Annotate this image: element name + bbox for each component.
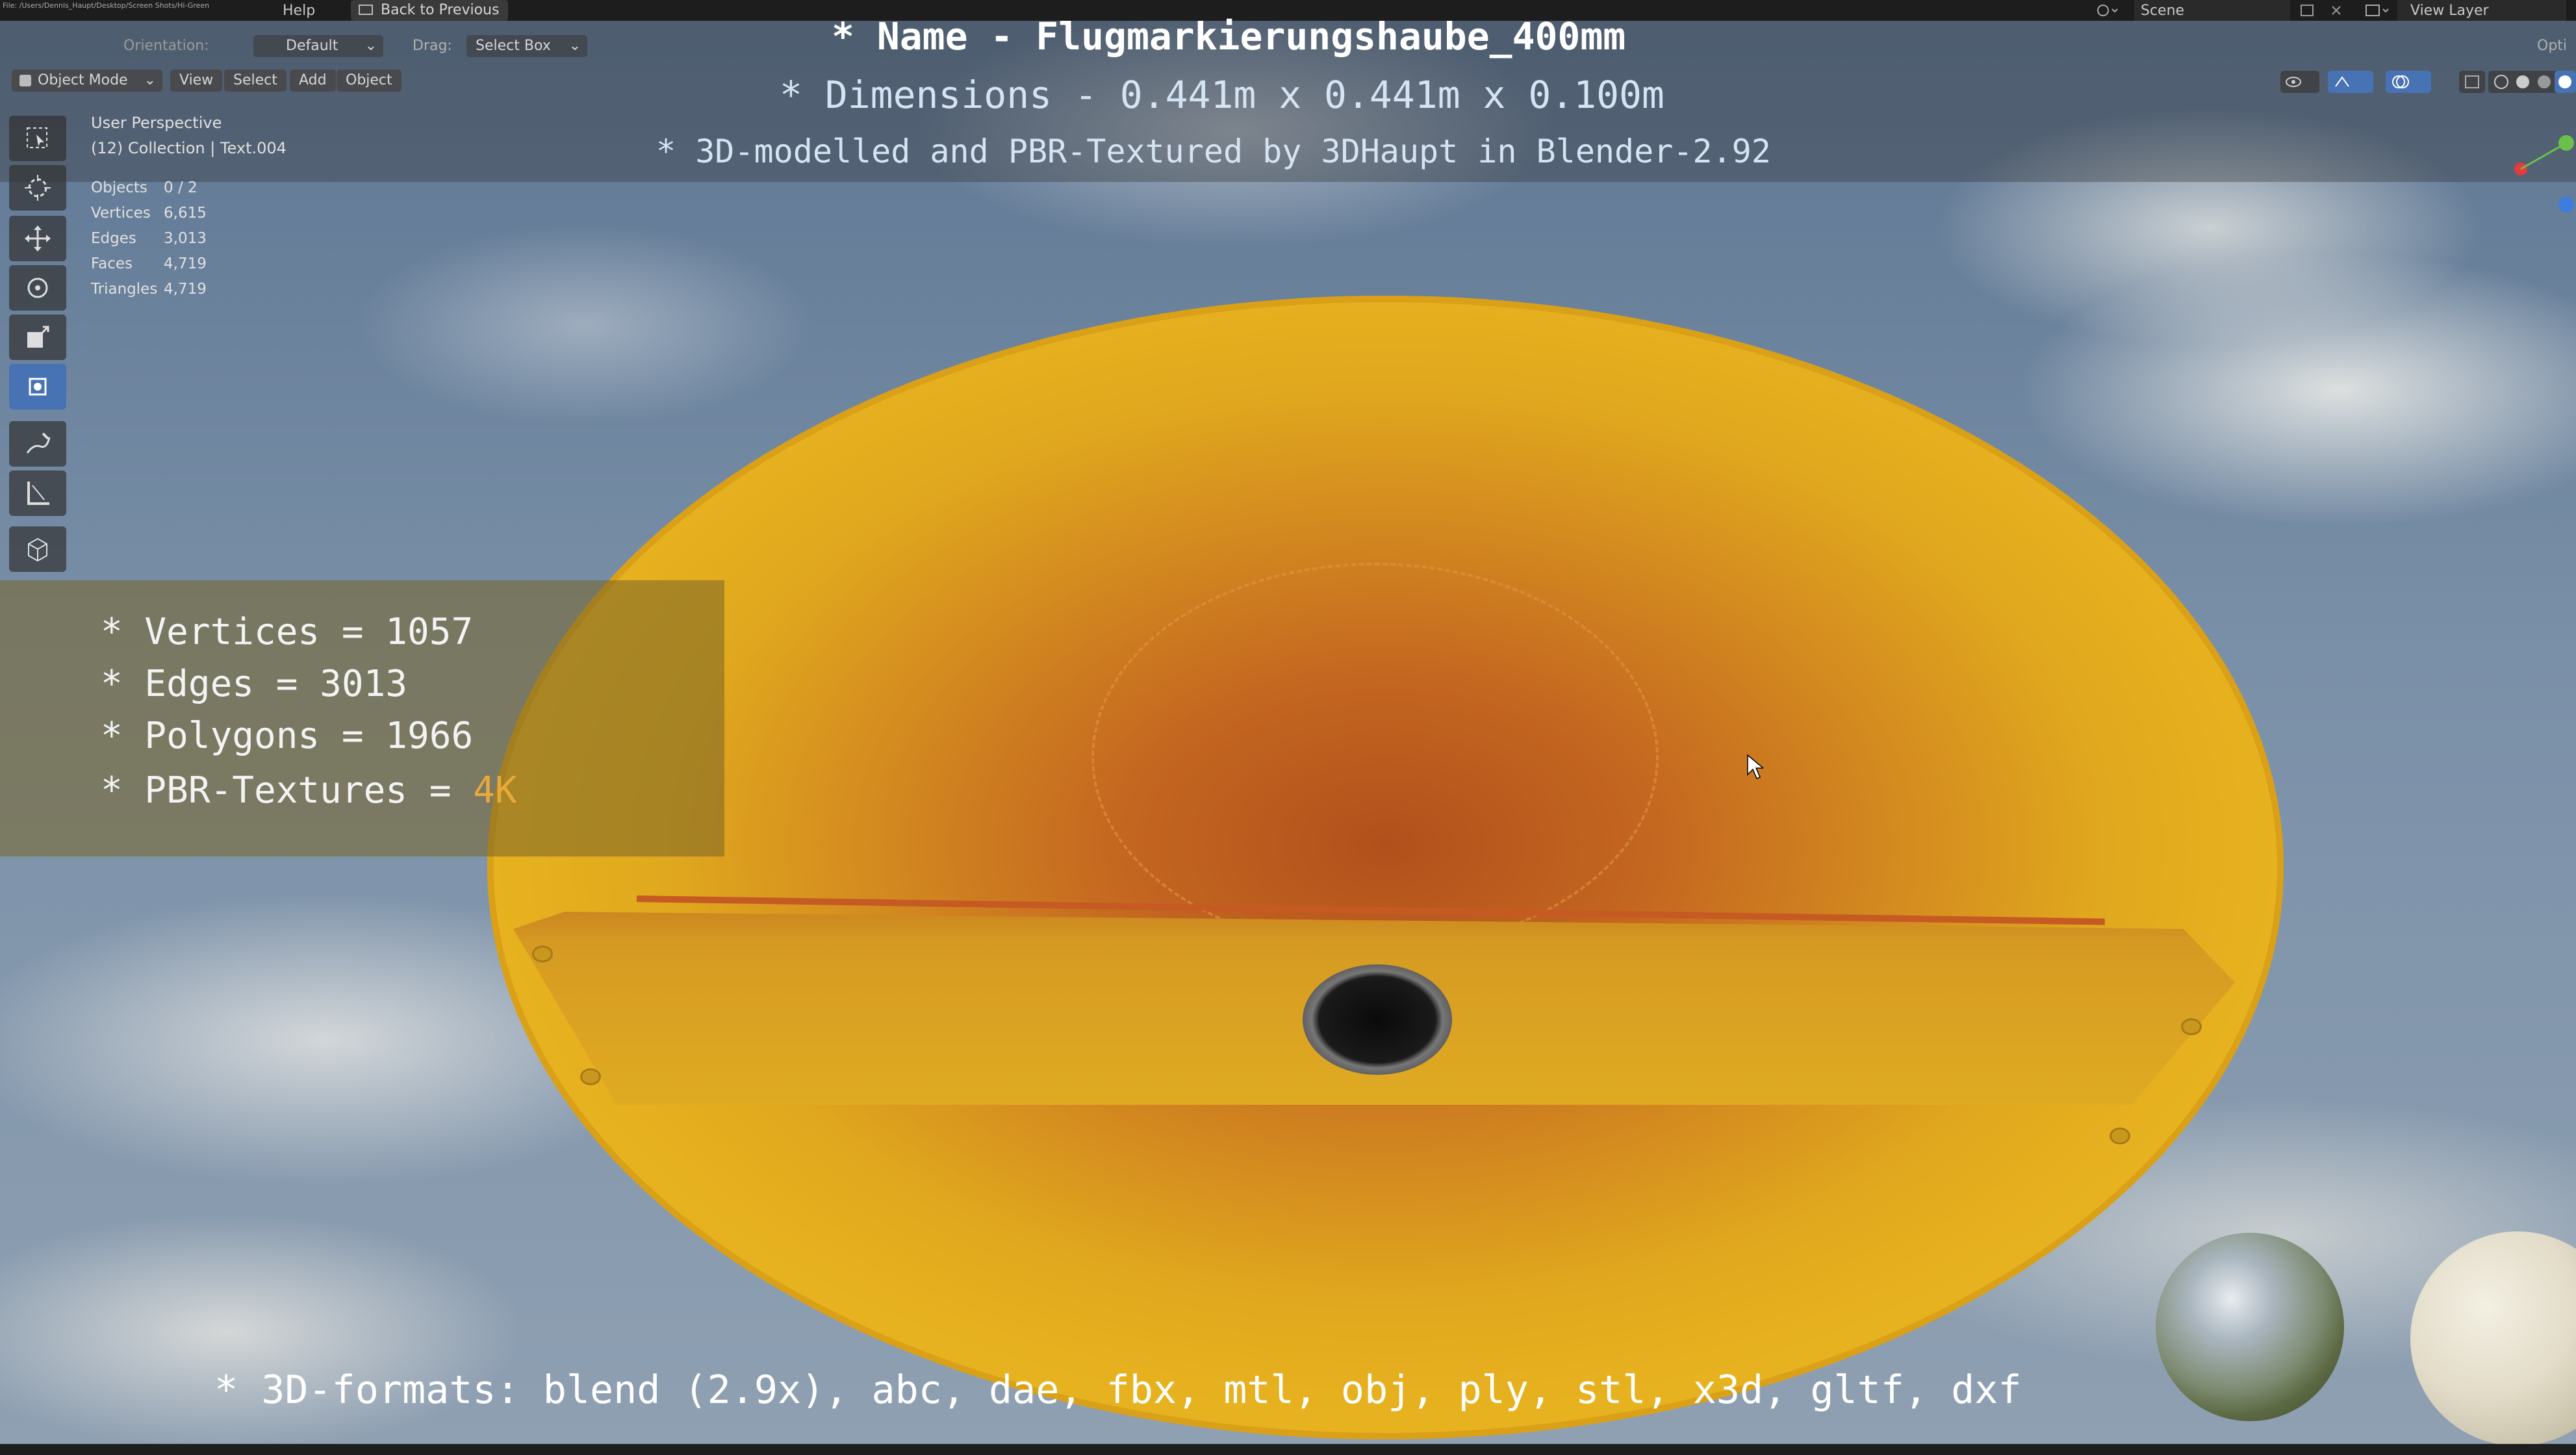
shading-modes-icon[interactable]	[2488, 71, 2576, 93]
orientation-dropdown[interactable]: Default ⌄	[253, 35, 383, 57]
stat-value: 4,719	[164, 255, 207, 272]
stat-value: 3,013	[164, 230, 207, 247]
info-textures-value: 4K	[473, 769, 517, 812]
scale-icon	[27, 326, 49, 348]
stat-value: 4,719	[164, 281, 207, 298]
rotate-icon	[27, 277, 48, 298]
visibility-icon[interactable]	[2280, 71, 2319, 93]
overlay-dimensions-line: * Dimensions - 0.441m x 0.441m x 0.100m	[780, 73, 1664, 117]
stat-row: Objects 0 / 2	[91, 175, 207, 201]
status-bar	[0, 1444, 2576, 1455]
stat-row: Edges 3,013	[91, 226, 207, 251]
view-layer-field[interactable]: View Layer	[2397, 0, 2566, 21]
scene-field[interactable]: Scene	[2134, 0, 2290, 21]
tool-add-cube[interactable]	[9, 526, 66, 572]
menu-view[interactable]: View	[170, 70, 223, 92]
scene-statistics: Objects 0 / 2 Vertices 6,615 Edges 3,013 Fa…	[91, 175, 207, 302]
view-layer-icon[interactable]	[2365, 3, 2391, 18]
drag-dropdown[interactable]: Select Box ⌄	[466, 35, 587, 57]
bolt	[582, 1070, 599, 1083]
stat-label: Edges	[91, 230, 136, 247]
hdri-preview-sphere	[2156, 1233, 2344, 1421]
menu-view-label: View	[179, 72, 214, 88]
menu-select-label: Select	[233, 72, 277, 88]
object-mode-icon	[19, 75, 31, 86]
drag-value: Select Box	[476, 38, 551, 54]
center-hole	[1303, 964, 1452, 1075]
inner-ring	[1091, 563, 1659, 951]
overlay-name-line: * Name - Flugmarkierungshaube_400mm	[832, 14, 1626, 58]
gizmo-toggle-icon[interactable]	[2328, 71, 2373, 93]
view-layer-label: View Layer	[2410, 3, 2489, 19]
tool-annotate[interactable]	[9, 421, 66, 467]
menu-add-label: Add	[299, 72, 327, 88]
chevron-down-icon: ⌄	[144, 72, 156, 88]
tool-cursor[interactable]	[9, 165, 66, 211]
file-path-text: File: /Users/Dennis_Haupt/Desktop/Screen…	[3, 1, 210, 10]
back-to-previous-button[interactable]: Back to Previous	[351, 0, 509, 21]
perspective-label: User Perspective	[91, 114, 222, 132]
options-label[interactable]: Opti	[2537, 38, 2567, 54]
tool-rotate[interactable]	[9, 265, 66, 311]
chevron-down-icon: ⌄	[568, 38, 581, 54]
menu-object[interactable]: Object	[337, 70, 402, 92]
info-polygons: * Polygons = 1966	[101, 715, 474, 757]
info-vertices: * Vertices = 1057	[101, 611, 474, 653]
stat-value: 0 / 2	[164, 179, 198, 196]
annotate-icon	[26, 432, 51, 454]
tool-scale[interactable]	[9, 315, 66, 360]
stat-value: 6,615	[164, 205, 207, 222]
menu-help[interactable]: Help	[283, 3, 315, 19]
overlay-credit-line: * 3D-modelled and PBR-Textured by 3DHaup…	[656, 133, 1771, 170]
stat-label: Objects	[91, 179, 147, 196]
mouse-pointer-icon	[1747, 754, 1763, 779]
orientation-label: Orientation:	[123, 38, 209, 54]
bolt	[534, 947, 551, 960]
transform-icon	[29, 378, 47, 396]
screen-icon	[359, 5, 373, 15]
drag-label: Drag:	[413, 38, 452, 54]
measure-icon	[27, 482, 49, 505]
menu-add[interactable]: Add	[290, 70, 336, 92]
select-box-icon	[27, 127, 47, 148]
xray-icon[interactable]	[2459, 71, 2485, 93]
info-textures-label: * PBR-Textures =	[101, 769, 474, 812]
mode-dropdown[interactable]: Object Mode ⌄	[12, 70, 162, 92]
overlay-formats-line: * 3D-formats: blend (2.9x), abc, dae, fb…	[214, 1367, 2022, 1413]
back-label: Back to Previous	[381, 2, 500, 18]
info-edges: * Edges = 3013	[101, 663, 408, 705]
overlays-icon[interactable]	[2386, 71, 2431, 93]
navigation-gizmo-icon[interactable]	[2508, 123, 2576, 221]
scene-label: Scene	[2141, 3, 2185, 19]
mode-label: Object Mode	[38, 72, 128, 88]
stat-label: Vertices	[91, 205, 151, 222]
chevron-down-icon: ⌄	[364, 38, 377, 54]
stat-row: Triangles 4,719	[91, 277, 207, 302]
add-cube-icon	[28, 537, 47, 562]
menu-select[interactable]: Select	[224, 70, 287, 92]
info-textures: * PBR-Textures = 4K	[101, 769, 517, 812]
orientation-value: Default	[286, 38, 338, 54]
tool-transform[interactable]	[9, 364, 66, 409]
scene-actions-icon[interactable]	[2300, 3, 2345, 18]
bolt	[2183, 1020, 2200, 1033]
menu-object-label: Object	[346, 72, 392, 88]
stat-label: Triangles	[91, 281, 158, 298]
tool-select[interactable]	[9, 116, 66, 161]
collection-label: (12) Collection | Text.004	[91, 139, 287, 157]
tool-move[interactable]	[9, 216, 66, 261]
cursor-icon	[25, 175, 51, 201]
bolt	[2111, 1129, 2128, 1142]
stat-row: Vertices 6,615	[91, 201, 207, 226]
move-icon	[25, 225, 51, 251]
scene-icon[interactable]	[2095, 3, 2119, 18]
stat-label: Faces	[91, 255, 133, 272]
tool-measure[interactable]	[9, 470, 66, 516]
stat-row: Faces 4,719	[91, 251, 207, 277]
